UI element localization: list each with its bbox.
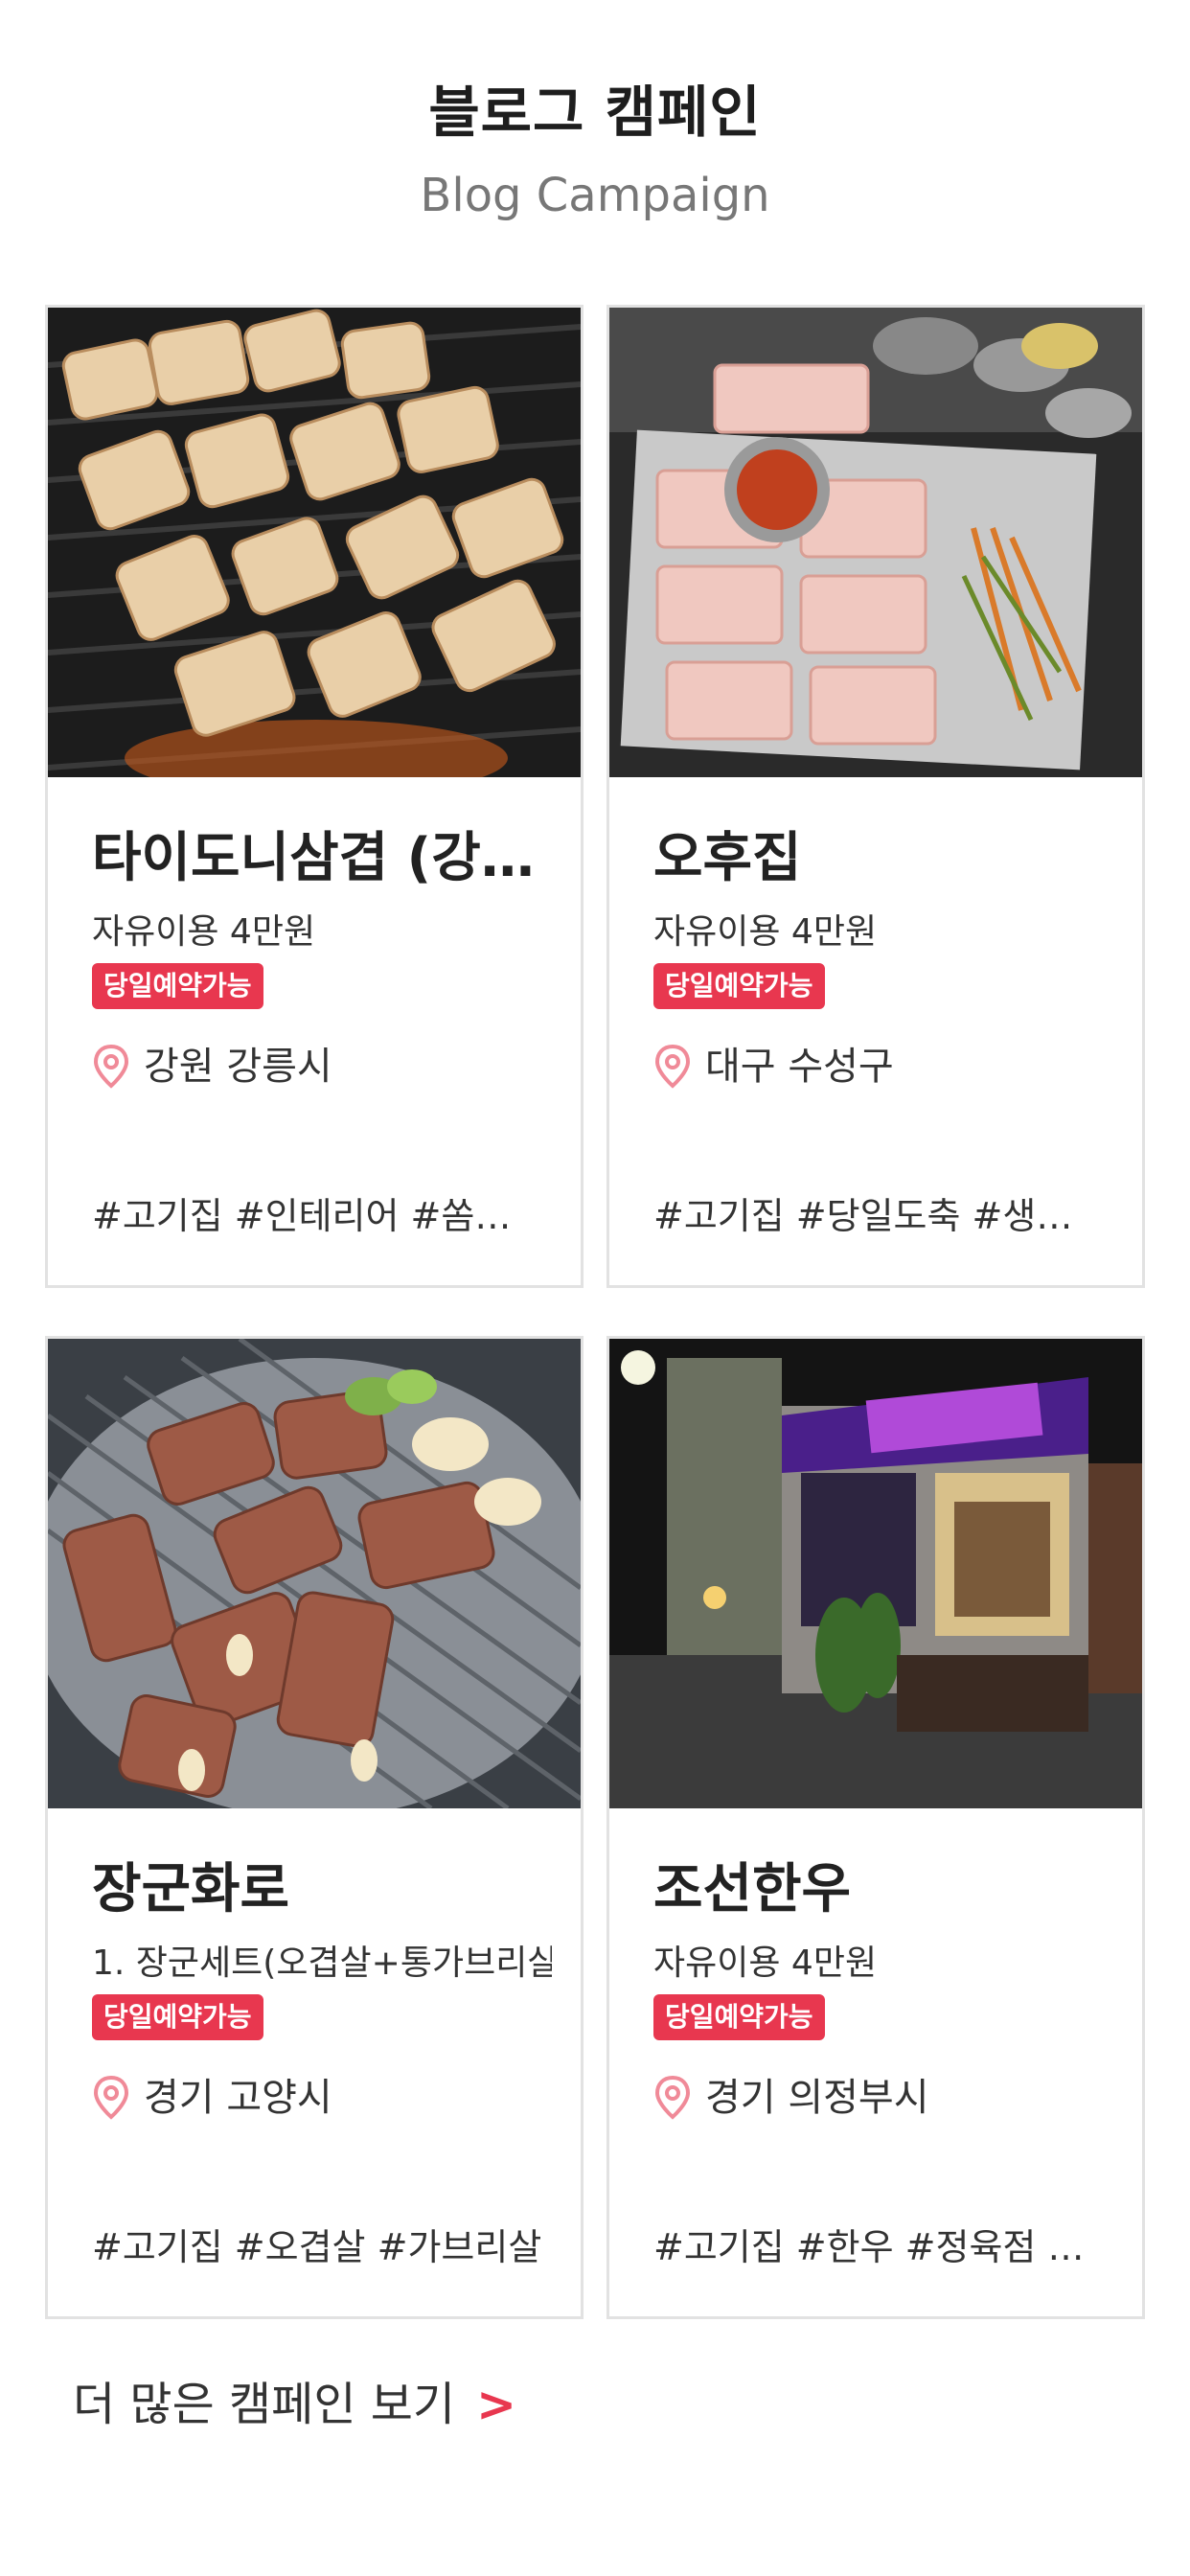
campaign-card[interactable]: 조선한우 자유이용 4만원 당일예약가능 경기 의정부시 #고기집 #한우 #정… — [606, 1336, 1145, 2319]
campaign-image[interactable] — [48, 1339, 581, 1808]
location-label: 경기 의정부시 — [705, 2076, 929, 2120]
campaign-tags: #고기집 #인테리어 #쏨땀 #삼겹살 — [92, 1195, 542, 1237]
campaign-info: 타이도니삼겹 (강원 강릉점) 자유이용 4만원 당일예약가능 강원 강릉시 — [92, 816, 552, 1095]
campaign-image[interactable] — [609, 308, 1142, 777]
same-day-badge: 당일예약가능 — [653, 1994, 825, 2040]
campaign-tags: #고기집 #한우 #정육점 #소고기 — [653, 2226, 1104, 2268]
campaign-tags: #고기집 #오겹살 #가브리살 — [92, 2226, 542, 2268]
campaign-location: 경기 의정부시 — [653, 2069, 1113, 2127]
campaign-offer: 1. 장군세트(오겹살+통가브리살) — [92, 1944, 552, 1983]
same-day-badge: 당일예약가능 — [92, 1994, 263, 2040]
more-campaigns-label: 더 많은 캠페인 보기 — [73, 2378, 456, 2431]
campaign-info: 오후집 자유이용 4만원 당일예약가능 대구 수성구 — [653, 816, 1113, 1095]
page-title: 블로그 캠페인 — [428, 80, 762, 145]
campaign-title[interactable]: 조선한우 — [653, 1847, 1113, 1933]
same-day-badge: 당일예약가능 — [92, 963, 263, 1009]
campaign-title[interactable]: 타이도니삼겹 (강원 강릉점) — [92, 816, 552, 902]
same-day-badge: 당일예약가능 — [653, 963, 825, 1009]
page-subtitle: Blog Campaign — [420, 169, 770, 222]
campaign-info: 조선한우 자유이용 4만원 당일예약가능 경기 의정부시 — [653, 1847, 1113, 2127]
chevron-right-icon: > — [476, 2377, 516, 2432]
location-pin-icon — [653, 1044, 692, 1090]
location-label: 경기 고양시 — [144, 2076, 332, 2120]
campaign-title[interactable]: 장군화로 — [92, 1847, 552, 1933]
campaign-location: 경기 고양시 — [92, 2069, 552, 2127]
campaign-card[interactable]: 장군화로 1. 장군세트(오겹살+통가브리살) 당일예약가능 경기 고양시 #고… — [45, 1336, 584, 2319]
campaign-offer: 자유이용 4만원 — [92, 912, 316, 952]
campaign-card[interactable]: 타이도니삼겹 (강원 강릉점) 자유이용 4만원 당일예약가능 강원 강릉시 #… — [45, 305, 584, 1288]
campaign-location: 강원 강릉시 — [92, 1038, 552, 1095]
location-label: 강원 강릉시 — [144, 1045, 332, 1089]
more-campaigns-link[interactable]: 더 많은 캠페인 보기 > — [73, 2371, 516, 2438]
campaign-offer: 자유이용 4만원 — [653, 1944, 878, 1983]
location-pin-icon — [92, 2075, 130, 2121]
campaign-card[interactable]: 오후집 자유이용 4만원 당일예약가능 대구 수성구 #고기집 #당일도축 #생… — [606, 305, 1145, 1288]
campaign-info: 장군화로 1. 장군세트(오겹살+통가브리살) 당일예약가능 경기 고양시 — [92, 1847, 552, 2127]
page-header: 블로그 캠페인 Blog Campaign — [0, 69, 1190, 224]
campaign-title[interactable]: 오후집 — [653, 816, 1113, 902]
campaign-image[interactable] — [609, 1339, 1142, 1808]
campaign-location: 대구 수성구 — [653, 1038, 1113, 1095]
location-pin-icon — [653, 2075, 692, 2121]
campaign-image[interactable] — [48, 308, 581, 777]
location-label: 대구 수성구 — [705, 1045, 894, 1089]
campaign-tags: #고기집 #당일도축 #생삼겹살 — [653, 1195, 1104, 1237]
campaign-offer: 자유이용 4만원 — [653, 912, 878, 952]
location-pin-icon — [92, 1044, 130, 1090]
